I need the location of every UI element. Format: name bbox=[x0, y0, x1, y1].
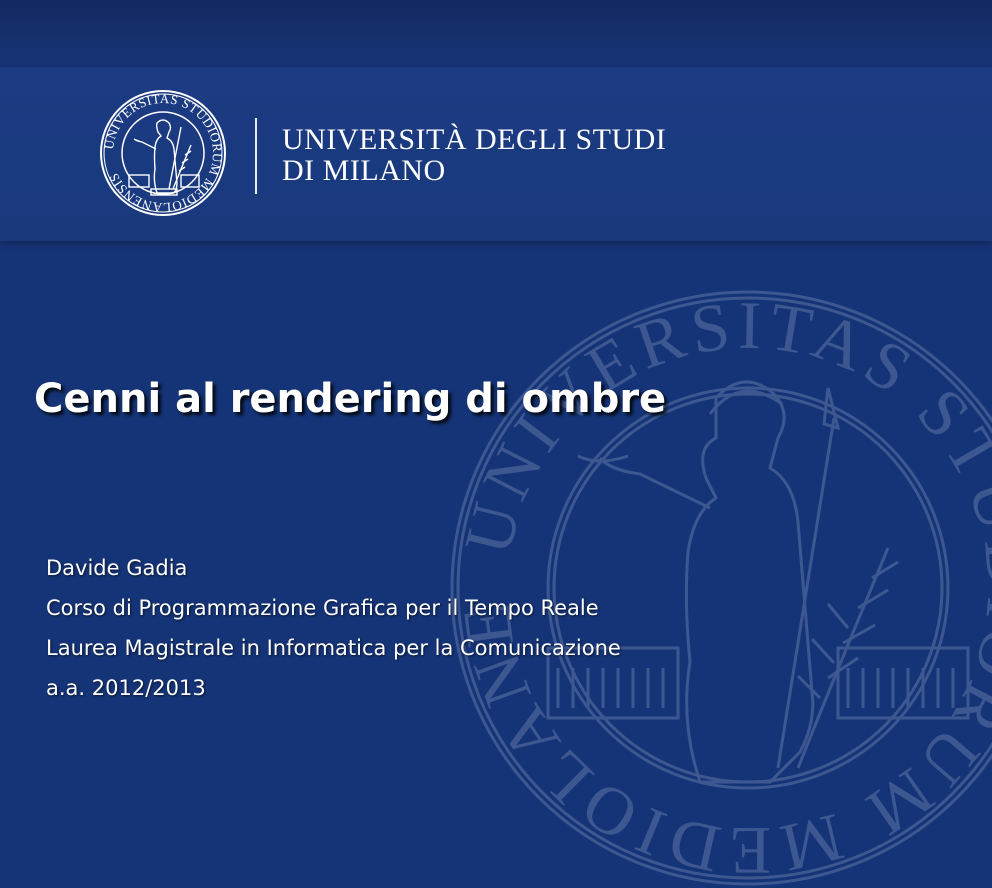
author-name: Davide Gadia bbox=[46, 556, 188, 580]
course-name: Corso di Programmazione Grafica per il T… bbox=[46, 596, 599, 620]
degree-program: Laurea Magistrale in Informatica per la … bbox=[46, 636, 621, 660]
header-band: UNIVERSITAS STUDIORUM MEDIOLANENSIS UNIV… bbox=[0, 67, 992, 241]
university-seal-icon: UNIVERSITAS STUDIORUM MEDIOLANENSIS bbox=[100, 90, 226, 216]
slide-info: Davide Gadia Corso di Programmazione Gra… bbox=[46, 548, 621, 708]
university-name: UNIVERSITÀ DEGLI STUDI DI MILANO bbox=[282, 124, 666, 186]
university-name-line1: UNIVERSITÀ DEGLI STUDI bbox=[282, 123, 667, 156]
header-divider bbox=[255, 118, 257, 194]
academic-year: a.a. 2012/2013 bbox=[46, 676, 206, 700]
slide-title: Cenni al rendering di ombre bbox=[34, 376, 667, 422]
university-name-line2: DI MILANO bbox=[282, 154, 446, 187]
top-band bbox=[0, 0, 992, 67]
